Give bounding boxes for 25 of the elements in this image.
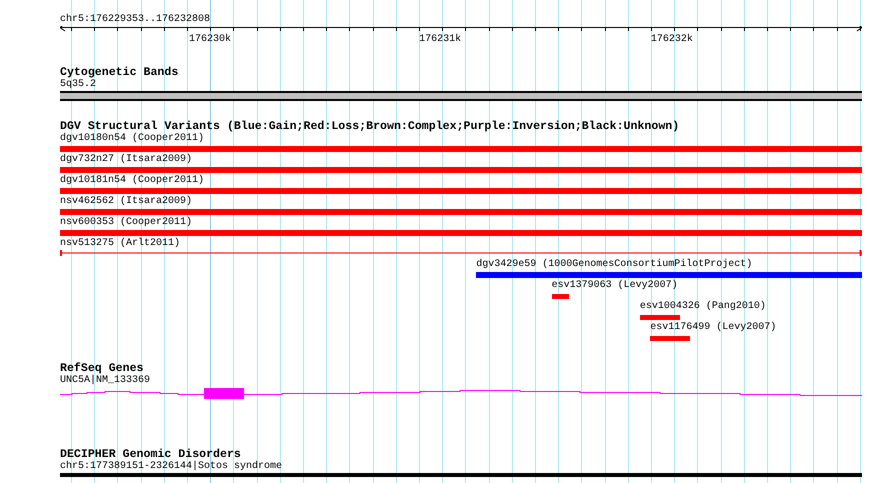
variant-label: esv1004326 (Pang2010) bbox=[640, 301, 766, 313]
variant-label: esv1379063 (Levy2007) bbox=[552, 280, 678, 292]
ruler-tick-label: 176232k bbox=[650, 34, 693, 46]
variant-label: dgv732n27 (Itsara2009) bbox=[60, 154, 192, 166]
disorder-label: chr5:177389151-2326144|Sotos syndrome bbox=[60, 461, 284, 473]
band-label: 5q35.2 bbox=[60, 79, 98, 91]
ruler-tick-label: 176231k bbox=[419, 34, 462, 46]
variant-bar[interactable] bbox=[552, 294, 570, 299]
variant-label: dgv3429e59 (1000GenomesConsortiumPilotProject) bbox=[476, 259, 752, 271]
gene-model-drawing[interactable] bbox=[60, 388, 862, 399]
variant-label: nsv462562 (Itsara2009) bbox=[60, 196, 192, 208]
ruler-tick-label: 176230k bbox=[188, 34, 231, 46]
variant-label: nsv513275 (Arlt2011) bbox=[60, 238, 180, 250]
track-title: DECIPHER Genomic Disorders bbox=[60, 449, 241, 461]
track-title: Cytogenetic Bands bbox=[60, 67, 180, 79]
variant-label: dgv10181n54 (Cooper2011) bbox=[60, 175, 204, 187]
variant-line[interactable] bbox=[60, 250, 862, 256]
gene-label: UNC5A|NM_133369 bbox=[60, 375, 152, 387]
disorder-bar[interactable] bbox=[60, 473, 862, 477]
variant-label: nsv600353 (Cooper2011) bbox=[60, 217, 192, 229]
track-title: DGV Structural Variants (Blue:Gain;Red:Loss;Brown:Complex;Purple:Inversion;Black:Unknown) bbox=[60, 121, 680, 133]
track-title: RefSeq Genes bbox=[60, 363, 144, 375]
variant-label: esv1176499 (Levy2007) bbox=[650, 322, 776, 334]
ruler-label: chr5:176229353..176232808 bbox=[60, 14, 212, 26]
variant-label: dgv10180n54 (Cooper2011) bbox=[60, 133, 204, 145]
